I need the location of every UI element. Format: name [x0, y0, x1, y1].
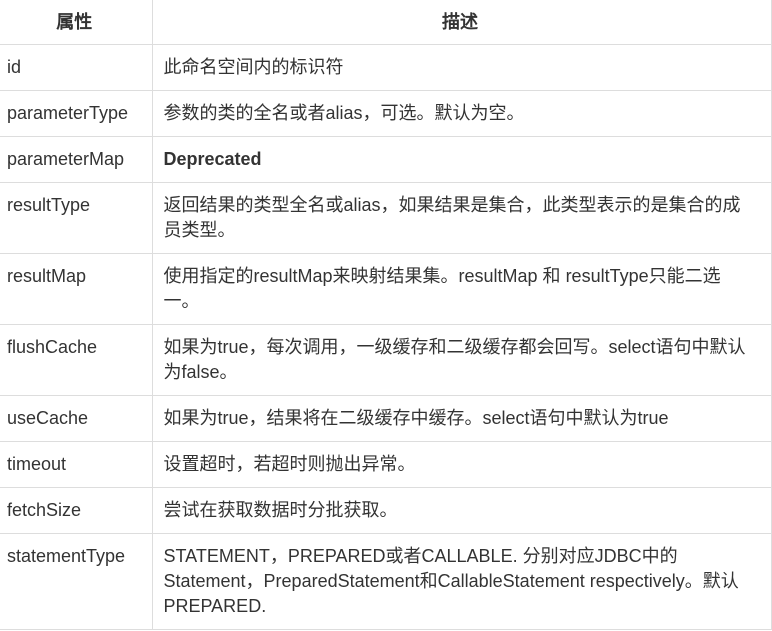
- attribute-description: 设置超时，若超时则抛出异常。: [151, 441, 772, 488]
- attribute-description: Deprecated: [151, 136, 772, 183]
- attribute-name: useCache: [0, 395, 153, 442]
- attribute-description: 如果为true，结果将在二级缓存中缓存。select语句中默认为true: [151, 395, 772, 442]
- attribute-name: timeout: [0, 441, 153, 488]
- attribute-description: 如果为true，每次调用，一级缓存和二级缓存都会回写。select语句中默认为f…: [151, 324, 772, 396]
- attribute-name: fetchSize: [0, 487, 153, 534]
- table-row: parameterMap Deprecated: [0, 136, 772, 183]
- table-row: resultType 返回结果的类型全名或alias，如果结果是集合，此类型表示的…: [0, 182, 772, 254]
- table-row: useCache 如果为true，结果将在二级缓存中缓存。select语句中默认为…: [0, 395, 772, 442]
- attribute-name: resultType: [0, 182, 153, 254]
- attribute-name: id: [0, 44, 153, 91]
- table-row: timeout 设置超时，若超时则抛出异常。: [0, 441, 772, 488]
- attribute-description: 参数的类的全名或者alias，可选。默认为空。: [151, 90, 772, 137]
- attribute-description: 返回结果的类型全名或alias，如果结果是集合，此类型表示的是集合的成员类型。: [151, 182, 772, 254]
- attribute-description: 使用指定的resultMap来映射结果集。resultMap 和 resultT…: [151, 253, 772, 325]
- attribute-name: resultMap: [0, 253, 153, 325]
- table-row: fetchSize 尝试在获取数据时分批获取。: [0, 487, 772, 534]
- table-row: resultMap 使用指定的resultMap来映射结果集。resultMap …: [0, 253, 772, 325]
- attribute-description: 此命名空间内的标识符: [151, 44, 772, 91]
- attribute-description: 尝试在获取数据时分批获取。: [151, 487, 772, 534]
- attributes-table: 属性 描述 id 此命名空间内的标识符 parameterType 参数的类的全名或者…: [0, 0, 772, 630]
- attribute-name: parameterType: [0, 90, 153, 137]
- attribute-name: parameterMap: [0, 136, 153, 183]
- header-description: 描述: [151, 0, 772, 45]
- table-row: statementType STATEMENT，PREPARED或者CALLABL…: [0, 533, 772, 630]
- attribute-name: flushCache: [0, 324, 153, 396]
- header-attribute: 属性: [0, 0, 153, 45]
- table-row: id 此命名空间内的标识符: [0, 44, 772, 91]
- attribute-name: statementType: [0, 533, 153, 630]
- attribute-description: STATEMENT，PREPARED或者CALLABLE. 分别对应JDBC中的…: [151, 533, 772, 630]
- header-row: 属性 描述: [0, 0, 772, 45]
- table-row: flushCache 如果为true，每次调用，一级缓存和二级缓存都会回写。sel…: [0, 324, 772, 396]
- table-row: parameterType 参数的类的全名或者alias，可选。默认为空。: [0, 90, 772, 137]
